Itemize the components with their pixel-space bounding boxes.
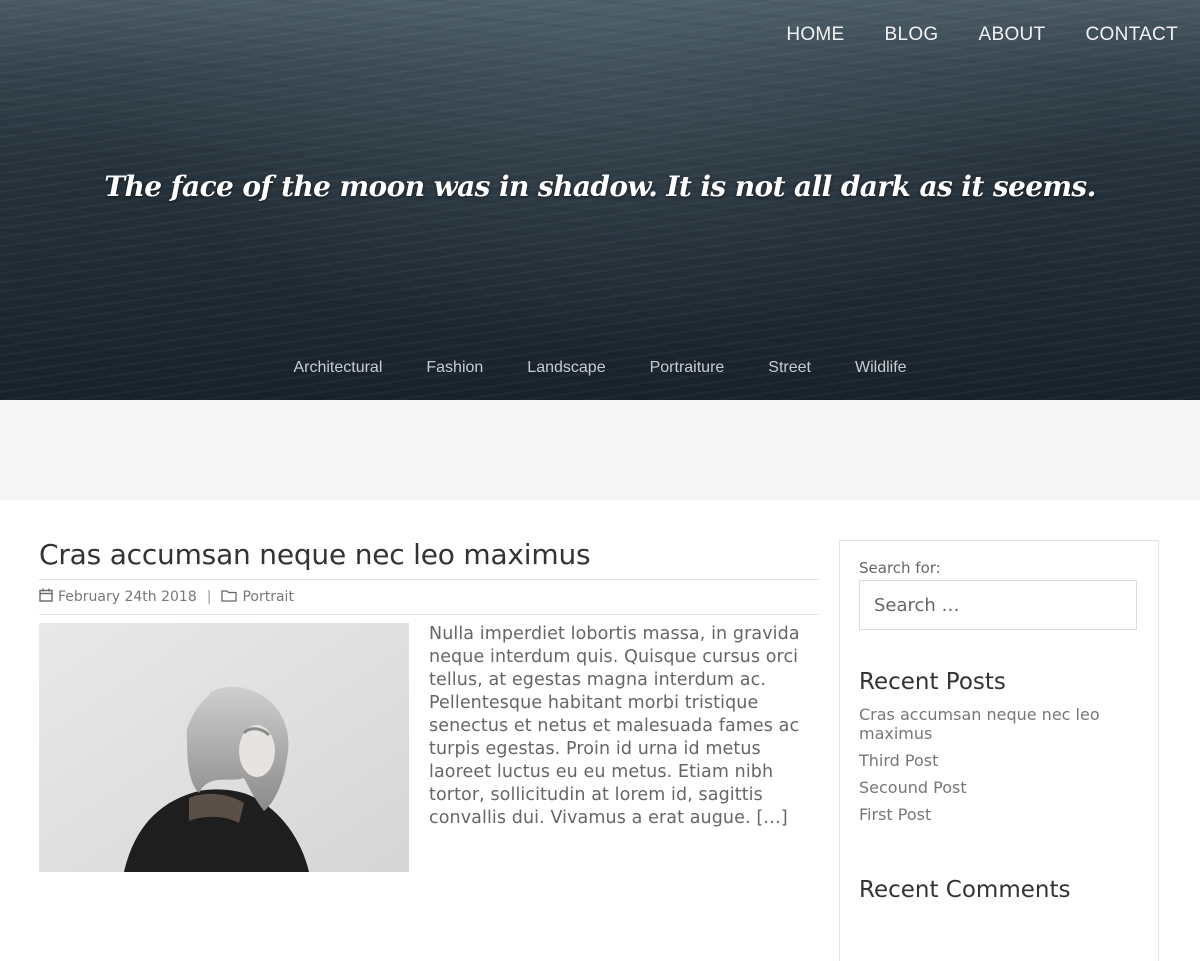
recent-post-link[interactable]: First Post <box>859 805 931 824</box>
main-navigation: HOME BLOG ABOUT CONTACT <box>786 24 1178 46</box>
site-tagline: The face of the moon was in shadow. It i… <box>104 170 1096 203</box>
list-item: Cras accumsan neque nec leo maximus <box>859 705 1129 743</box>
recent-post-link[interactable]: Cras accumsan neque nec leo maximus <box>859 705 1100 743</box>
search-label: Search for: <box>859 559 941 577</box>
post-meta: February 24th 2018 | Portrait <box>39 580 819 615</box>
list-item: Third Post <box>859 751 1129 770</box>
search-input[interactable] <box>859 580 1137 630</box>
nav-home[interactable]: HOME <box>786 24 844 46</box>
category-street[interactable]: Street <box>768 359 811 377</box>
post-excerpt: Nulla imperdiet lobortis massa, in gravi… <box>429 623 819 855</box>
post-body: Nulla imperdiet lobortis massa, in gravi… <box>39 623 819 872</box>
post-excerpt-text: Nulla imperdiet lobortis massa, in gravi… <box>429 624 800 828</box>
list-item: Secound Post <box>859 778 1129 797</box>
read-more-link[interactable]: […] <box>756 808 787 828</box>
calendar-icon <box>39 588 53 606</box>
nav-blog[interactable]: BLOG <box>885 24 939 46</box>
category-portraiture[interactable]: Portraiture <box>650 359 725 377</box>
category-landscape[interactable]: Landscape <box>527 359 605 377</box>
nav-contact[interactable]: CONTACT <box>1085 24 1178 46</box>
blog-post: Cras accumsan neque nec leo maximus Febr… <box>39 538 819 872</box>
post-category-link[interactable]: Portrait <box>242 589 293 605</box>
recent-post-link[interactable]: Secound Post <box>859 778 967 797</box>
recent-posts-list: Cras accumsan neque nec leo maximus Thir… <box>859 705 1129 832</box>
category-architectural[interactable]: Architectural <box>293 359 382 377</box>
sidebar: Search for: Recent Posts Cras accumsan n… <box>839 540 1159 961</box>
meta-separator: | <box>206 589 212 605</box>
category-fashion[interactable]: Fashion <box>426 359 483 377</box>
spacer-band <box>0 400 1200 500</box>
main-content: Cras accumsan neque nec leo maximus Febr… <box>0 500 1200 961</box>
category-wildlife[interactable]: Wildlife <box>855 359 907 377</box>
category-navigation: Architectural Fashion Landscape Portrait… <box>0 359 1200 377</box>
folder-icon <box>221 589 238 606</box>
list-item: First Post <box>859 805 1129 824</box>
post-title[interactable]: Cras accumsan neque nec leo maximus <box>39 538 819 580</box>
nav-about[interactable]: ABOUT <box>979 24 1046 46</box>
recent-post-link[interactable]: Third Post <box>859 751 938 770</box>
recent-posts-title: Recent Posts <box>859 669 1006 695</box>
post-thumbnail[interactable] <box>39 623 409 872</box>
recent-comments-title: Recent Comments <box>859 877 1071 903</box>
post-date: February 24th 2018 <box>58 589 197 605</box>
hero-header: HOME BLOG ABOUT CONTACT The face of the … <box>0 0 1200 400</box>
